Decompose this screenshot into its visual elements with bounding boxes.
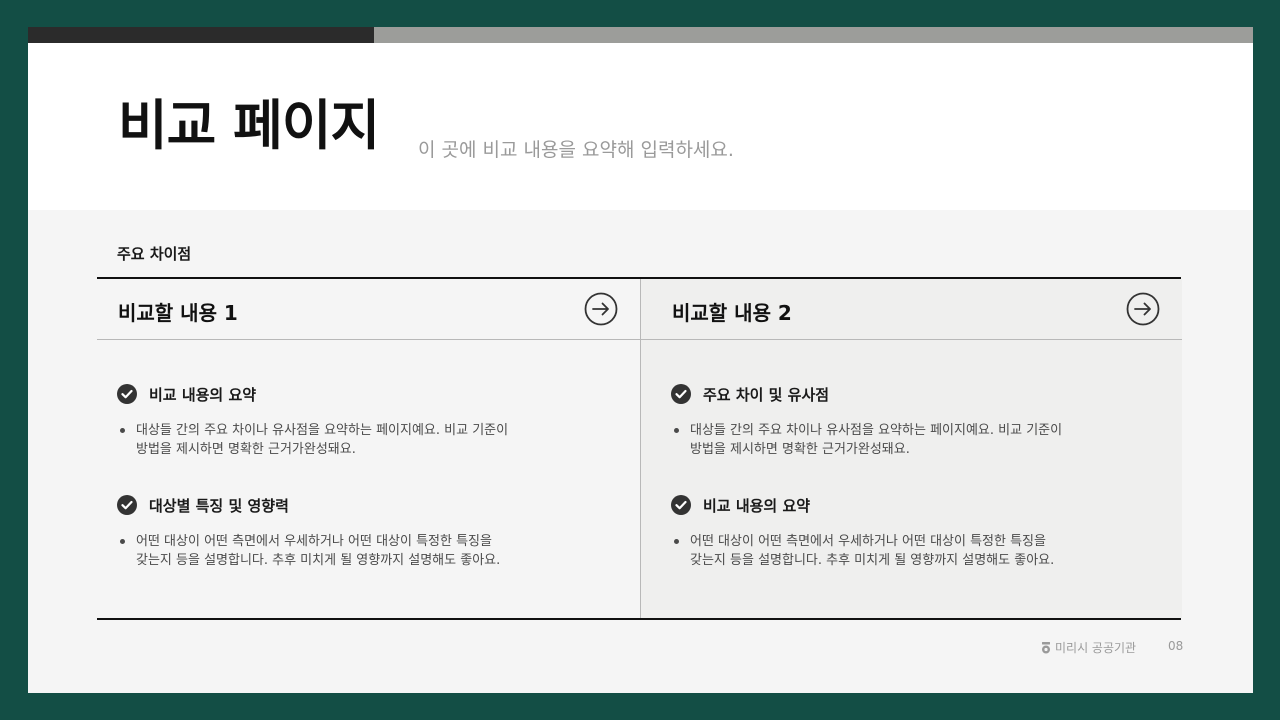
check-circle-icon xyxy=(117,495,137,515)
section-label: 주요 차이점 xyxy=(117,245,192,263)
top-accent-bar-gray xyxy=(374,27,1253,43)
comparison-column-2: 비교할 내용 2 주요 차이 및 유사점 대상들 간의 주요 차이나 유사점을 … xyxy=(640,279,1182,618)
comparison-item: 비교 내용의 요약 대상들 간의 주요 차이나 유사점을 요약하는 페이지예요.… xyxy=(117,383,617,459)
slide: 비교 페이지 이 곳에 비교 내용을 요약해 입력하세요. 주요 차이점 비교할… xyxy=(28,27,1253,693)
item-bullet: 대상들 간의 주요 차이나 유사점을 요약하는 페이지예요. 비교 기준이 방법… xyxy=(671,421,1171,459)
check-circle-icon xyxy=(671,384,691,404)
comparison-item: 비교 내용의 요약 어떤 대상이 어떤 측면에서 우세하거나 어떤 대상이 특정… xyxy=(671,494,1171,570)
item-heading: 대상별 특징 및 영향력 xyxy=(149,496,289,515)
bullet-line: 대상들 간의 주요 차이나 유사점을 요약하는 페이지예요. 비교 기준이 xyxy=(136,423,509,438)
bullet-line: 대상들 간의 주요 차이나 유사점을 요약하는 페이지예요. 비교 기준이 xyxy=(690,423,1063,438)
bullet-line: 갖는지 등을 설명합니다. 추후 미치게 될 영향까지 설명해도 좋아요. xyxy=(136,553,501,568)
column-header: 비교할 내용 1 xyxy=(97,279,640,340)
check-circle-icon xyxy=(117,384,137,404)
page-title: 비교 페이지 xyxy=(118,94,380,157)
comparison-item: 주요 차이 및 유사점 대상들 간의 주요 차이나 유사점을 요약하는 페이지예… xyxy=(671,383,1171,459)
item-bullet: 대상들 간의 주요 차이나 유사점을 요약하는 페이지예요. 비교 기준이 방법… xyxy=(117,421,617,459)
item-heading: 주요 차이 및 유사점 xyxy=(703,385,830,404)
item-heading: 비교 내용의 요약 xyxy=(149,385,257,404)
arrow-right-circle-icon[interactable] xyxy=(1126,292,1160,326)
bullet-line: 방법을 제시하면 명확한 근거가완성돼요. xyxy=(690,442,910,457)
top-accent-bar-dark xyxy=(28,27,374,43)
badge-icon xyxy=(1042,641,1050,653)
bullet-line: 방법을 제시하면 명확한 근거가완성돼요. xyxy=(136,442,356,457)
page-subtitle: 이 곳에 비교 내용을 요약해 입력하세요. xyxy=(418,139,734,161)
footer-org-name: 미리시 공공기관 xyxy=(1055,641,1137,655)
footer-org: 미리시 공공기관 xyxy=(1041,639,1136,656)
item-bullet: 어떤 대상이 어떤 측면에서 우세하거나 어떤 대상이 특정한 특징을 갖는지 … xyxy=(671,532,1171,570)
column-title: 비교할 내용 2 xyxy=(672,301,792,325)
item-bullet: 어떤 대상이 어떤 측면에서 우세하거나 어떤 대상이 특정한 특징을 갖는지 … xyxy=(117,532,617,570)
comparison-item: 대상별 특징 및 영향력 어떤 대상이 어떤 측면에서 우세하거나 어떤 대상이… xyxy=(117,494,617,570)
item-heading: 비교 내용의 요약 xyxy=(703,496,811,515)
column-header: 비교할 내용 2 xyxy=(641,279,1182,340)
bullet-line: 어떤 대상이 어떤 측면에서 우세하거나 어떤 대상이 특정한 특징을 xyxy=(690,534,1046,549)
page-number: 08 xyxy=(1168,639,1184,653)
header: 비교 페이지 이 곳에 비교 내용을 요약해 입력하세요. xyxy=(28,43,1253,210)
comparison-table: 비교할 내용 1 비교 내용의 요약 대상들 간의 주요 차이나 유사점을 요약… xyxy=(97,277,1182,620)
column-title: 비교할 내용 1 xyxy=(118,301,238,325)
check-circle-icon xyxy=(671,495,691,515)
comparison-column-1: 비교할 내용 1 비교 내용의 요약 대상들 간의 주요 차이나 유사점을 요약… xyxy=(97,279,640,618)
bullet-line: 어떤 대상이 어떤 측면에서 우세하거나 어떤 대상이 특정한 특징을 xyxy=(136,534,492,549)
bullet-line: 갖는지 등을 설명합니다. 추후 미치게 될 영향까지 설명해도 좋아요. xyxy=(690,553,1055,568)
arrow-right-circle-icon[interactable] xyxy=(584,292,618,326)
